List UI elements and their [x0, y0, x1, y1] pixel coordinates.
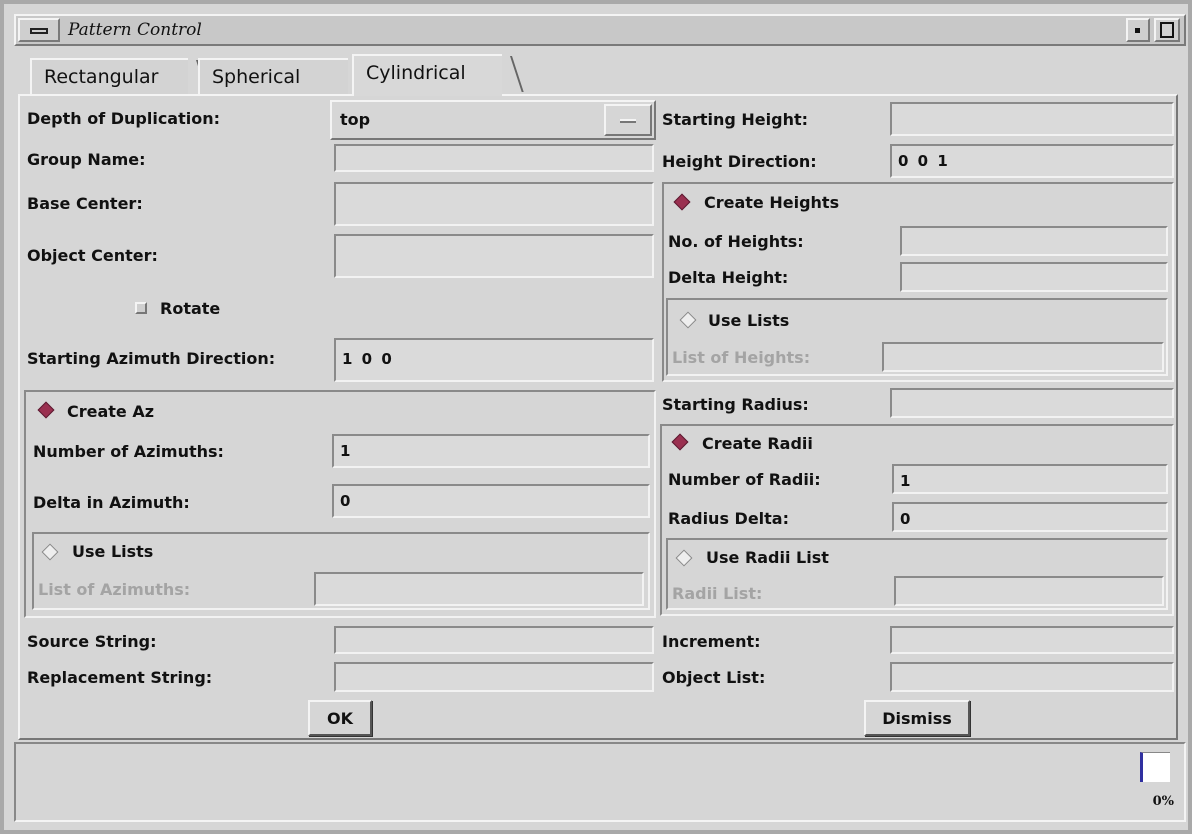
depth-label: Depth of Duplication: [27, 109, 221, 128]
height-direction-input[interactable]: 0 0 1 [890, 144, 1174, 178]
replacement-string-label: Replacement String: [27, 668, 213, 687]
group-name-input[interactable] [334, 144, 654, 172]
tab-label: Rectangular [44, 66, 159, 88]
depth-value: top [340, 110, 371, 129]
radii-list-input[interactable] [894, 576, 1164, 606]
create-heights-label: Create Heights [704, 193, 840, 212]
tab-spherical[interactable]: Spherical [198, 58, 370, 96]
dropdown-icon[interactable] [604, 104, 652, 136]
progress-indicator [1140, 752, 1170, 782]
source-string-input[interactable] [334, 626, 654, 654]
num-azimuths-input[interactable]: 1 [332, 434, 650, 468]
ok-button[interactable]: OK [308, 700, 372, 736]
delta-azimuth-label: Delta in Azimuth: [33, 493, 190, 512]
radius-delta-input[interactable]: 0 [892, 502, 1168, 532]
create-az-label: Create Az [67, 402, 155, 421]
object-list-label: Object List: [662, 668, 766, 687]
list-azimuths-input[interactable] [314, 572, 644, 606]
use-radii-list-label: Use Radii List [706, 548, 829, 567]
use-lists-label: Use Lists [72, 542, 154, 561]
delta-height-input[interactable] [900, 262, 1168, 292]
delta-height-label: Delta Height: [668, 268, 789, 287]
progress-text: 0% [1152, 794, 1174, 809]
status-bar: 0% [14, 742, 1186, 822]
start-azimuth-input[interactable]: 1 0 0 [334, 338, 654, 382]
num-heights-label: No. of Heights: [668, 232, 804, 251]
list-azimuths-label: List of Azimuths: [38, 580, 191, 599]
object-center-label: Object Center: [27, 246, 158, 265]
tab-edge [498, 56, 524, 92]
starting-height-input[interactable] [890, 102, 1174, 136]
tab-label: Spherical [212, 66, 301, 88]
base-center-label: Base Center: [27, 194, 143, 213]
height-use-lists-label: Use Lists [708, 311, 790, 330]
pattern-control-window: Pattern Control Rectangular Spherical Cy… [0, 0, 1192, 834]
starting-height-label: Starting Height: [662, 110, 809, 129]
delta-azimuth-input[interactable]: 0 [332, 484, 650, 518]
radius-delta-label: Radius Delta: [668, 509, 789, 528]
tab-label: Cylindrical [366, 62, 466, 84]
tab-cylindrical[interactable]: Cylindrical [352, 54, 524, 96]
increment-input[interactable] [890, 626, 1174, 654]
minimize-icon [1135, 28, 1140, 33]
starting-radius-label: Starting Radius: [662, 395, 809, 414]
dialog-body: Rectangular Spherical Cylindrical Depth … [14, 48, 1186, 828]
tab-rectangular[interactable]: Rectangular [30, 58, 210, 96]
maximize-button[interactable] [1154, 18, 1180, 42]
start-azimuth-label: Starting Azimuth Direction: [27, 349, 276, 368]
rotate-checkbox[interactable] [135, 302, 147, 314]
increment-label: Increment: [662, 632, 761, 651]
object-center-input[interactable] [334, 234, 654, 278]
create-radii-label: Create Radii [702, 434, 813, 453]
height-direction-label: Height Direction: [662, 152, 817, 171]
maximize-icon [1160, 22, 1174, 38]
radii-list-label: Radii List: [672, 584, 763, 603]
num-azimuths-label: Number of Azimuths: [33, 442, 224, 461]
source-string-label: Source String: [27, 632, 157, 651]
window-menu-button[interactable] [18, 18, 60, 42]
group-name-label: Group Name: [27, 150, 146, 169]
window-menu-icon [30, 28, 48, 34]
num-heights-input[interactable] [900, 226, 1168, 256]
window-title: Pattern Control [68, 20, 202, 40]
object-list-input[interactable] [890, 662, 1174, 692]
starting-radius-input[interactable] [890, 388, 1174, 418]
replacement-string-input[interactable] [334, 662, 654, 692]
base-center-input[interactable] [334, 182, 654, 226]
dismiss-button[interactable]: Dismiss [864, 700, 970, 736]
depth-select[interactable]: top [330, 100, 656, 140]
title-bar[interactable]: Pattern Control [14, 14, 1186, 46]
num-radii-input[interactable]: 1 [892, 464, 1168, 494]
rotate-label: Rotate [160, 299, 221, 318]
minimize-button[interactable] [1126, 18, 1150, 42]
list-heights-label: List of Heights: [672, 348, 811, 367]
list-heights-input[interactable] [882, 342, 1164, 372]
num-radii-label: Number of Radii: [668, 470, 821, 489]
